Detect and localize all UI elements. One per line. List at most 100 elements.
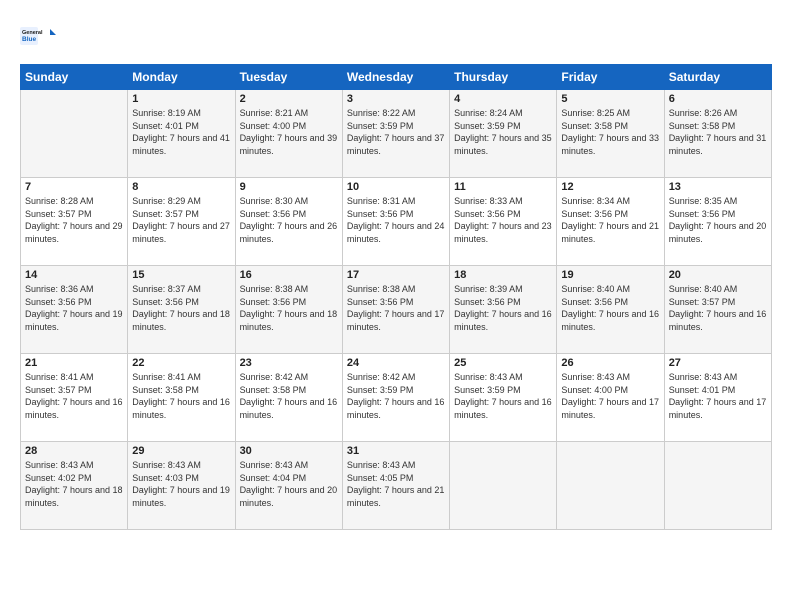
- cell-info: Sunrise: 8:43 AMSunset: 4:02 PMDaylight:…: [25, 459, 123, 509]
- calendar-cell: 20 Sunrise: 8:40 AMSunset: 3:57 PMDaylig…: [664, 266, 771, 354]
- cell-info: Sunrise: 8:42 AMSunset: 3:58 PMDaylight:…: [240, 371, 338, 421]
- day-number: 31: [347, 445, 445, 457]
- day-number: 15: [132, 269, 230, 281]
- header-thursday: Thursday: [450, 65, 557, 90]
- cell-info: Sunrise: 8:21 AMSunset: 4:00 PMDaylight:…: [240, 107, 338, 157]
- day-number: 16: [240, 269, 338, 281]
- calendar-cell: 8 Sunrise: 8:29 AMSunset: 3:57 PMDayligh…: [128, 178, 235, 266]
- day-number: 11: [454, 181, 552, 193]
- day-number: 19: [561, 269, 659, 281]
- calendar-cell: 1 Sunrise: 8:19 AMSunset: 4:01 PMDayligh…: [128, 90, 235, 178]
- cell-info: Sunrise: 8:43 AMSunset: 4:00 PMDaylight:…: [561, 371, 659, 421]
- cell-info: Sunrise: 8:35 AMSunset: 3:56 PMDaylight:…: [669, 195, 767, 245]
- week-row-3: 14 Sunrise: 8:36 AMSunset: 3:56 PMDaylig…: [21, 266, 772, 354]
- day-number: 26: [561, 357, 659, 369]
- header-monday: Monday: [128, 65, 235, 90]
- day-number: 21: [25, 357, 123, 369]
- cell-info: Sunrise: 8:38 AMSunset: 3:56 PMDaylight:…: [347, 283, 445, 333]
- day-number: 24: [347, 357, 445, 369]
- cell-info: Sunrise: 8:41 AMSunset: 3:58 PMDaylight:…: [132, 371, 230, 421]
- calendar-cell: 3 Sunrise: 8:22 AMSunset: 3:59 PMDayligh…: [342, 90, 449, 178]
- calendar-cell: 16 Sunrise: 8:38 AMSunset: 3:56 PMDaylig…: [235, 266, 342, 354]
- week-row-1: 1 Sunrise: 8:19 AMSunset: 4:01 PMDayligh…: [21, 90, 772, 178]
- day-number: 29: [132, 445, 230, 457]
- day-number: 25: [454, 357, 552, 369]
- day-number: 17: [347, 269, 445, 281]
- calendar-cell: [21, 90, 128, 178]
- day-number: 7: [25, 181, 123, 193]
- calendar-cell: [664, 442, 771, 530]
- cell-info: Sunrise: 8:43 AMSunset: 4:03 PMDaylight:…: [132, 459, 230, 509]
- week-row-4: 21 Sunrise: 8:41 AMSunset: 3:57 PMDaylig…: [21, 354, 772, 442]
- calendar-table: SundayMondayTuesdayWednesdayThursdayFrid…: [20, 64, 772, 530]
- calendar-cell: 6 Sunrise: 8:26 AMSunset: 3:58 PMDayligh…: [664, 90, 771, 178]
- week-row-2: 7 Sunrise: 8:28 AMSunset: 3:57 PMDayligh…: [21, 178, 772, 266]
- cell-info: Sunrise: 8:38 AMSunset: 3:56 PMDaylight:…: [240, 283, 338, 333]
- logo: General Blue: [20, 18, 60, 54]
- header: General Blue: [20, 18, 772, 54]
- calendar-cell: 23 Sunrise: 8:42 AMSunset: 3:58 PMDaylig…: [235, 354, 342, 442]
- calendar-cell: 24 Sunrise: 8:42 AMSunset: 3:59 PMDaylig…: [342, 354, 449, 442]
- day-number: 5: [561, 93, 659, 105]
- cell-info: Sunrise: 8:33 AMSunset: 3:56 PMDaylight:…: [454, 195, 552, 245]
- cell-info: Sunrise: 8:31 AMSunset: 3:56 PMDaylight:…: [347, 195, 445, 245]
- cell-info: Sunrise: 8:26 AMSunset: 3:58 PMDaylight:…: [669, 107, 767, 157]
- page: General Blue SundayMondayTuesdayWednesda…: [0, 0, 792, 612]
- day-number: 10: [347, 181, 445, 193]
- cell-info: Sunrise: 8:42 AMSunset: 3:59 PMDaylight:…: [347, 371, 445, 421]
- header-sunday: Sunday: [21, 65, 128, 90]
- day-number: 3: [347, 93, 445, 105]
- calendar-cell: 7 Sunrise: 8:28 AMSunset: 3:57 PMDayligh…: [21, 178, 128, 266]
- header-friday: Friday: [557, 65, 664, 90]
- day-number: 6: [669, 93, 767, 105]
- calendar-cell: 26 Sunrise: 8:43 AMSunset: 4:00 PMDaylig…: [557, 354, 664, 442]
- cell-info: Sunrise: 8:43 AMSunset: 4:05 PMDaylight:…: [347, 459, 445, 509]
- calendar-cell: 13 Sunrise: 8:35 AMSunset: 3:56 PMDaylig…: [664, 178, 771, 266]
- cell-info: Sunrise: 8:19 AMSunset: 4:01 PMDaylight:…: [132, 107, 230, 157]
- cell-info: Sunrise: 8:43 AMSunset: 4:04 PMDaylight:…: [240, 459, 338, 509]
- calendar-cell: 29 Sunrise: 8:43 AMSunset: 4:03 PMDaylig…: [128, 442, 235, 530]
- calendar-cell: 30 Sunrise: 8:43 AMSunset: 4:04 PMDaylig…: [235, 442, 342, 530]
- calendar-cell: 10 Sunrise: 8:31 AMSunset: 3:56 PMDaylig…: [342, 178, 449, 266]
- svg-text:General: General: [22, 30, 43, 36]
- calendar-cell: 4 Sunrise: 8:24 AMSunset: 3:59 PMDayligh…: [450, 90, 557, 178]
- cell-info: Sunrise: 8:22 AMSunset: 3:59 PMDaylight:…: [347, 107, 445, 157]
- calendar-header-row: SundayMondayTuesdayWednesdayThursdayFrid…: [21, 65, 772, 90]
- day-number: 1: [132, 93, 230, 105]
- day-number: 2: [240, 93, 338, 105]
- cell-info: Sunrise: 8:40 AMSunset: 3:56 PMDaylight:…: [561, 283, 659, 333]
- day-number: 12: [561, 181, 659, 193]
- calendar-cell: 15 Sunrise: 8:37 AMSunset: 3:56 PMDaylig…: [128, 266, 235, 354]
- day-number: 30: [240, 445, 338, 457]
- calendar-cell: 31 Sunrise: 8:43 AMSunset: 4:05 PMDaylig…: [342, 442, 449, 530]
- cell-info: Sunrise: 8:28 AMSunset: 3:57 PMDaylight:…: [25, 195, 123, 245]
- cell-info: Sunrise: 8:29 AMSunset: 3:57 PMDaylight:…: [132, 195, 230, 245]
- calendar-cell: 19 Sunrise: 8:40 AMSunset: 3:56 PMDaylig…: [557, 266, 664, 354]
- calendar-cell: 17 Sunrise: 8:38 AMSunset: 3:56 PMDaylig…: [342, 266, 449, 354]
- cell-info: Sunrise: 8:43 AMSunset: 3:59 PMDaylight:…: [454, 371, 552, 421]
- calendar-cell: 14 Sunrise: 8:36 AMSunset: 3:56 PMDaylig…: [21, 266, 128, 354]
- cell-info: Sunrise: 8:30 AMSunset: 3:56 PMDaylight:…: [240, 195, 338, 245]
- svg-text:Blue: Blue: [22, 36, 36, 43]
- cell-info: Sunrise: 8:37 AMSunset: 3:56 PMDaylight:…: [132, 283, 230, 333]
- day-number: 4: [454, 93, 552, 105]
- week-row-5: 28 Sunrise: 8:43 AMSunset: 4:02 PMDaylig…: [21, 442, 772, 530]
- calendar-cell: 5 Sunrise: 8:25 AMSunset: 3:58 PMDayligh…: [557, 90, 664, 178]
- header-saturday: Saturday: [664, 65, 771, 90]
- calendar-cell: 9 Sunrise: 8:30 AMSunset: 3:56 PMDayligh…: [235, 178, 342, 266]
- day-number: 14: [25, 269, 123, 281]
- cell-info: Sunrise: 8:39 AMSunset: 3:56 PMDaylight:…: [454, 283, 552, 333]
- logo-svg: General Blue: [20, 18, 60, 54]
- day-number: 9: [240, 181, 338, 193]
- calendar-cell: [450, 442, 557, 530]
- header-wednesday: Wednesday: [342, 65, 449, 90]
- day-number: 20: [669, 269, 767, 281]
- cell-info: Sunrise: 8:34 AMSunset: 3:56 PMDaylight:…: [561, 195, 659, 245]
- calendar-cell: [557, 442, 664, 530]
- cell-info: Sunrise: 8:24 AMSunset: 3:59 PMDaylight:…: [454, 107, 552, 157]
- cell-info: Sunrise: 8:25 AMSunset: 3:58 PMDaylight:…: [561, 107, 659, 157]
- calendar-cell: 18 Sunrise: 8:39 AMSunset: 3:56 PMDaylig…: [450, 266, 557, 354]
- calendar-cell: 12 Sunrise: 8:34 AMSunset: 3:56 PMDaylig…: [557, 178, 664, 266]
- calendar-cell: 22 Sunrise: 8:41 AMSunset: 3:58 PMDaylig…: [128, 354, 235, 442]
- calendar-cell: 2 Sunrise: 8:21 AMSunset: 4:00 PMDayligh…: [235, 90, 342, 178]
